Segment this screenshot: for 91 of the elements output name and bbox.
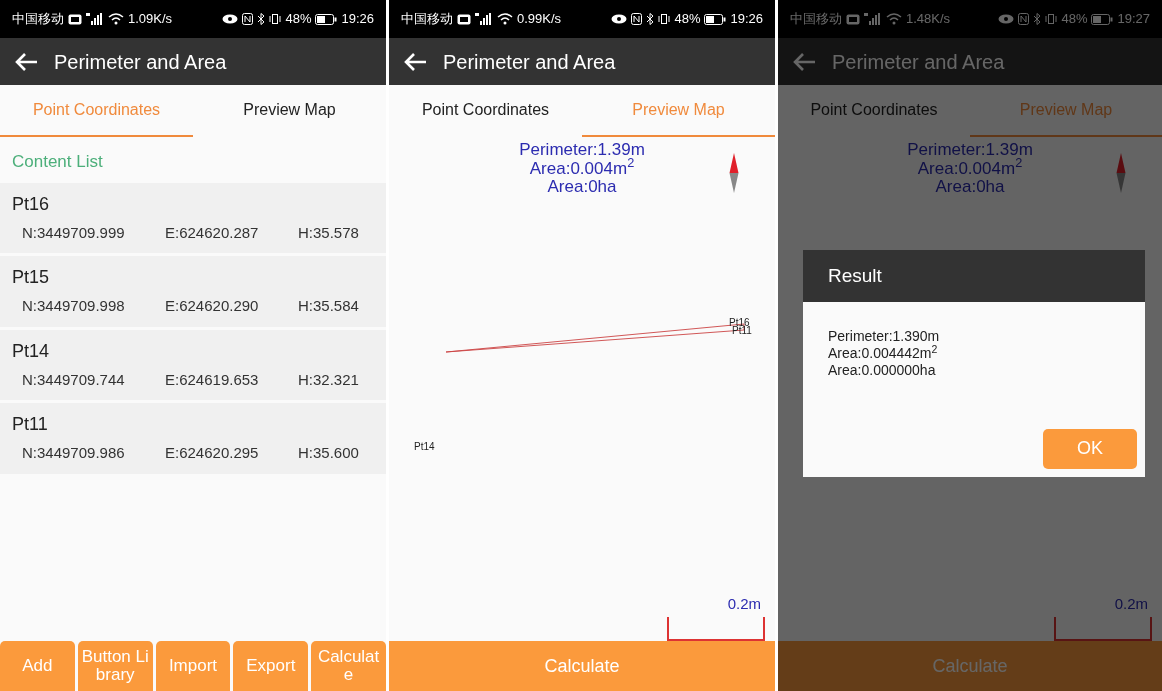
northing-value: N:3449709.986 <box>22 443 126 463</box>
hd-icon <box>846 13 860 25</box>
easting-value: E:624619.653 <box>165 369 260 390</box>
back-arrow-icon[interactable] <box>403 51 427 72</box>
battery-icon <box>315 13 338 25</box>
vibrate-icon <box>269 13 282 25</box>
tab[interactable]: Point Coordinates <box>0 85 193 137</box>
eye-icon <box>611 14 628 24</box>
scale-label: 0.2m <box>727 593 761 614</box>
action-button[interactable]: Export <box>233 641 309 691</box>
easting-value: E:624620.290 <box>165 296 260 316</box>
hd-icon <box>68 13 82 25</box>
result-line: Perimeter:1.390m <box>828 328 941 345</box>
back-arrow-icon[interactable] <box>14 51 38 72</box>
hd-icon <box>457 13 471 25</box>
point-name: Pt15 <box>12 266 51 289</box>
section-heading: Content List <box>11 151 104 173</box>
northing-value: N:3449709.744 <box>22 369 126 390</box>
signal-icon <box>475 13 493 25</box>
clock-time: 19:27 <box>1117 10 1150 29</box>
carrier-name: 中国移动 <box>12 10 64 29</box>
carrier-name: 中国移动 <box>790 10 842 29</box>
easting-value: E:624620.295 <box>165 443 260 463</box>
tab[interactable]: Preview Map <box>970 85 1162 137</box>
dialog-title: Result <box>803 250 1145 302</box>
point-list-item[interactable]: Pt15 N:3449709.998 E:624620.290 H:35.584 <box>0 256 386 327</box>
compass-icon <box>729 153 739 193</box>
vibrate-icon <box>1045 13 1058 25</box>
eye-icon <box>222 14 239 24</box>
nfc-icon <box>242 13 254 25</box>
vibrate-icon <box>658 13 671 25</box>
tab[interactable]: Preview Map <box>582 85 775 137</box>
tab[interactable]: Point Coordinates <box>389 85 582 137</box>
nfc-icon <box>631 13 643 25</box>
action-button[interactable]: Calculate <box>389 641 775 691</box>
action-button[interactable]: Calculate <box>778 641 1162 691</box>
summary-line: Area:0.004m$^{2}$ <box>916 159 1024 179</box>
battery-percent: 48% <box>674 10 701 29</box>
point-name: Pt14 <box>12 339 51 363</box>
screen-title: Perimeter and Area <box>832 49 1005 75</box>
wifi-icon <box>108 13 124 25</box>
height-value: H:35.584 <box>298 296 359 316</box>
battery-icon <box>704 13 727 25</box>
wifi-icon <box>497 13 513 25</box>
compass-icon <box>1116 153 1126 193</box>
point-name: Pt11 <box>12 413 49 436</box>
northing-value: N:3449709.999 <box>22 222 126 243</box>
summary-line: Area:0ha <box>546 178 618 198</box>
height-value: H:32.321 <box>298 369 359 390</box>
battery-icon <box>1091 13 1114 25</box>
carrier-name: 中国移动 <box>401 10 453 29</box>
network-speed: 1.48K/s <box>906 10 951 29</box>
bluetooth-icon <box>257 13 266 25</box>
tab[interactable]: Preview Map <box>193 85 386 137</box>
action-button[interactable]: Import <box>155 641 231 691</box>
battery-percent: 48% <box>1061 10 1088 29</box>
network-speed: 0.99K/s <box>517 10 562 29</box>
clock-time: 19:26 <box>341 10 374 29</box>
wifi-icon <box>886 13 902 25</box>
signal-icon <box>86 13 104 25</box>
summary-line: Area:0ha <box>934 178 1006 198</box>
battery-percent: 48% <box>285 10 312 29</box>
screen-title: Perimeter and Area <box>54 49 227 75</box>
screen-title: Perimeter and Area <box>443 49 616 75</box>
bluetooth-icon <box>646 13 655 25</box>
ok-button[interactable]: OK <box>1043 429 1137 469</box>
easting-value: E:624620.287 <box>165 222 260 243</box>
summary-line: Area:0.004m$^{2}$ <box>528 159 636 179</box>
point-list-item[interactable]: Pt16 N:3449709.999 E:624620.287 H:35.578 <box>0 182 386 253</box>
point-list-item[interactable]: Pt11 N:3449709.986 E:624620.295 H:35.600 <box>0 403 386 474</box>
bluetooth-icon <box>1033 13 1042 25</box>
signal-icon <box>864 13 882 25</box>
action-button[interactable]: Add <box>0 641 75 691</box>
northing-value: N:3449709.998 <box>22 296 126 316</box>
tab[interactable]: Point Coordinates <box>778 85 970 137</box>
point-label: Pt14 <box>414 440 435 454</box>
eye-icon <box>998 14 1015 24</box>
summary-line: Perimeter:1.39m <box>518 141 646 159</box>
network-speed: 1.09K/s <box>128 10 173 29</box>
point-name: Pt16 <box>12 192 51 216</box>
height-value: H:35.600 <box>298 443 359 463</box>
nfc-icon <box>1018 13 1030 25</box>
result-line: Area:0.004442m$^{2}$ <box>828 344 939 362</box>
height-value: H:35.578 <box>298 222 359 243</box>
action-button[interactable]: Calculate <box>311 641 386 691</box>
action-button[interactable]: Button Library <box>77 641 153 691</box>
point-list-item[interactable]: Pt14 N:3449709.744 E:624619.653 H:32.321 <box>0 329 386 400</box>
clock-time: 19:26 <box>730 10 763 29</box>
result-line: Area:0.000000ha <box>828 361 937 379</box>
summary-line: Perimeter:1.39m <box>906 141 1034 159</box>
scale-label: 0.2m <box>1114 593 1148 614</box>
